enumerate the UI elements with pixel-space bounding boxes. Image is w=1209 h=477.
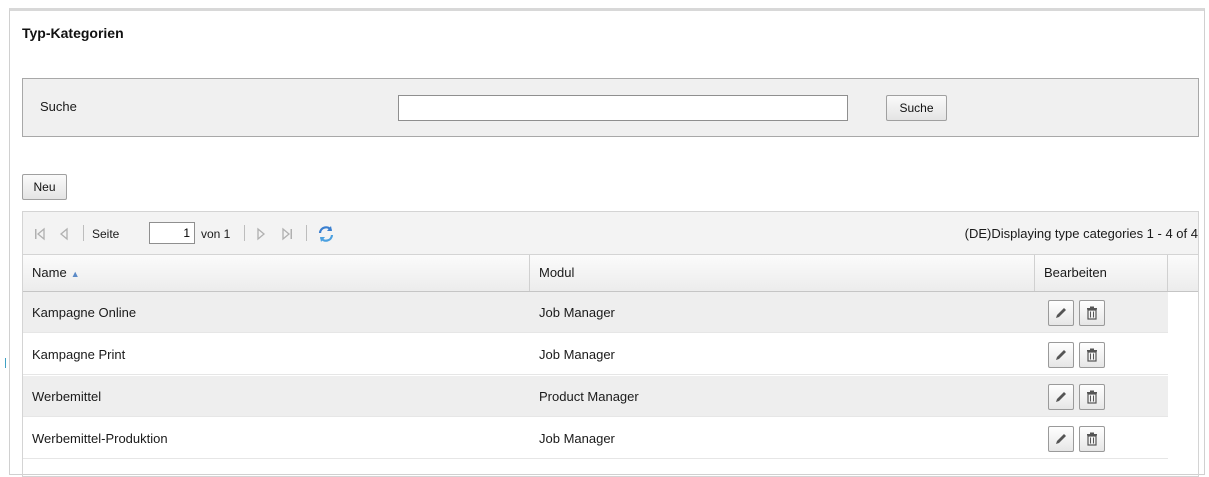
page-number-input[interactable]	[149, 222, 195, 244]
grid-header: Name ▲ Modul Bearbeiten	[23, 255, 1198, 292]
cell-name: Werbemittel-Produktion	[32, 431, 168, 446]
toolbar-separator	[306, 225, 307, 241]
trash-icon[interactable]	[1079, 426, 1105, 452]
table-row[interactable]: Werbemittel Product Manager	[23, 376, 1168, 417]
column-header-bearbeiten-label: Bearbeiten	[1044, 265, 1107, 280]
column-header-modul[interactable]: Modul	[530, 255, 1035, 291]
cell-name: Werbemittel	[32, 389, 102, 404]
search-label: Suche	[40, 99, 77, 114]
search-box: Suche Suche	[22, 78, 1199, 137]
cell-modul: Product Manager	[539, 389, 639, 404]
type-categories-panel: Typ-Kategorien Suche Suche Neu Seite von…	[9, 8, 1205, 477]
trash-icon[interactable]	[1079, 342, 1105, 368]
toolbar-separator	[83, 225, 84, 241]
first-page-icon[interactable]	[33, 212, 47, 255]
cell-modul: Job Manager	[539, 431, 615, 446]
page-count-container: von 1	[201, 212, 230, 255]
column-header-name[interactable]: Name ▲	[23, 255, 530, 291]
cell-name: Kampagne Print	[32, 347, 126, 362]
column-header-name-label: Name	[32, 265, 67, 280]
table-row[interactable]: Kampagne Online Job Manager	[23, 292, 1168, 333]
page-label: Seite	[92, 226, 120, 241]
last-page-icon[interactable]	[280, 212, 294, 255]
trash-icon[interactable]	[1079, 300, 1105, 326]
type-categories-grid: Name ▲ Modul Bearbeiten Kampagne Online J…	[22, 254, 1199, 477]
refresh-icon[interactable]	[316, 212, 336, 255]
next-page-icon[interactable]	[255, 212, 267, 255]
cell-modul: Job Manager	[539, 305, 615, 320]
pencil-icon[interactable]	[1048, 384, 1074, 410]
pencil-icon[interactable]	[1048, 300, 1074, 326]
paging-info: (DE)Displaying type categories 1 - 4 of …	[964, 226, 1198, 241]
prev-page-icon[interactable]	[58, 212, 70, 255]
table-row[interactable]: Werbemittel-Produktion Job Manager	[23, 418, 1168, 459]
search-button[interactable]: Suche	[886, 95, 947, 121]
column-header-modul-label: Modul	[539, 265, 575, 280]
cell-modul: Job Manager	[539, 347, 615, 362]
search-input[interactable]	[398, 95, 848, 121]
toolbar-separator	[244, 225, 245, 241]
table-row[interactable]: Kampagne Print Job Manager	[23, 334, 1168, 375]
panel-title: Typ-Kategorien	[22, 25, 124, 41]
cell-name: Kampagne Online	[32, 305, 137, 320]
new-button[interactable]: Neu	[22, 174, 67, 200]
page-label-container: Seite	[92, 212, 119, 255]
trash-icon[interactable]	[1079, 384, 1105, 410]
pencil-icon[interactable]	[1048, 342, 1074, 368]
left-edge-marker	[5, 358, 6, 368]
sort-ascending-icon: ▲	[70, 269, 80, 279]
paging-toolbar: Seite von 1 (DE)Displaying type categori…	[22, 211, 1199, 254]
pencil-icon[interactable]	[1048, 426, 1074, 452]
page-count-label: von 1	[201, 226, 231, 241]
column-header-bearbeiten[interactable]: Bearbeiten	[1035, 255, 1168, 291]
